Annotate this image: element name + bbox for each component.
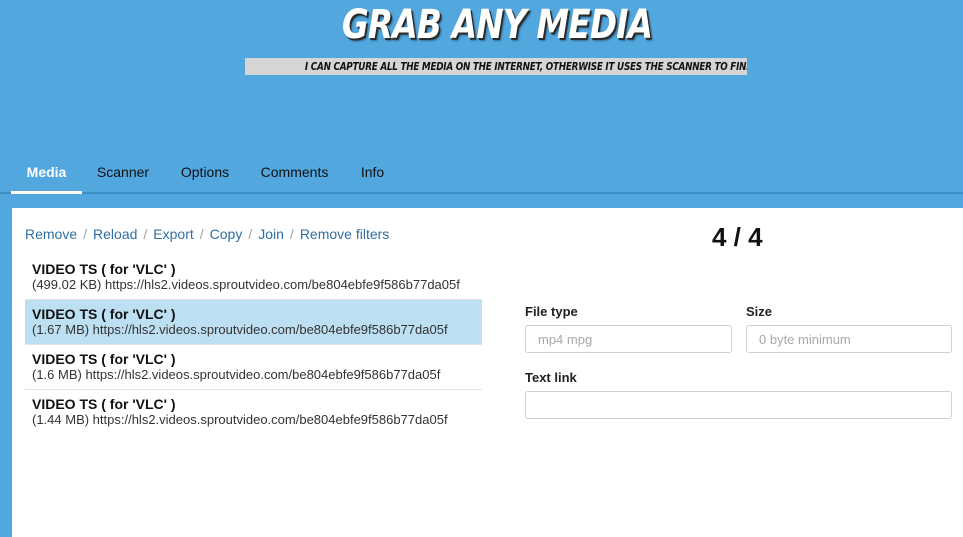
size-label: Size	[746, 304, 773, 319]
export-link[interactable]: Export	[153, 226, 193, 242]
separator: /	[83, 226, 88, 242]
list-item[interactable]: VIDEO TS ( for 'VLC' ) (499.02 KB) https…	[25, 255, 482, 300]
size-input[interactable]	[746, 325, 952, 353]
file-type-label: File type	[525, 304, 578, 319]
tab-options[interactable]: Options	[170, 152, 240, 192]
list-item[interactable]: VIDEO TS ( for 'VLC' ) (1.44 MB) https:/…	[25, 390, 482, 435]
media-counter: 4 / 4	[712, 222, 763, 252]
media-meta: (1.44 MB) https://hls2.videos.sproutvide…	[32, 412, 448, 427]
remove-filters-link[interactable]: Remove filters	[300, 226, 389, 242]
text-link-label: Text link	[525, 370, 577, 385]
app-subtitle-text: I can capture all the media on the inter…	[304, 60, 747, 73]
media-name: VIDEO TS ( for 'VLC' )	[32, 396, 176, 412]
tab-info[interactable]: Info	[350, 152, 395, 192]
separator: /	[199, 226, 204, 242]
list-item[interactable]: VIDEO TS ( for 'VLC' ) (1.6 MB) https://…	[25, 345, 482, 390]
media-meta: (1.67 MB) https://hls2.videos.sproutvide…	[32, 322, 448, 337]
action-bar: Remove / Reload / Export / Copy / Join / Remove fi…	[25, 226, 389, 242]
join-link[interactable]: Join	[258, 226, 284, 242]
media-meta: (1.6 MB) https://hls2.videos.sproutvideo…	[32, 367, 441, 382]
media-name: VIDEO TS ( for 'VLC' )	[32, 351, 176, 367]
tab-bar: Media Scanner Options Comments Info	[0, 152, 963, 194]
media-list: VIDEO TS ( for 'VLC' ) (499.02 KB) https…	[25, 255, 482, 435]
app-subtitle: I can capture all the media on the inter…	[245, 58, 747, 75]
app-title: Grab any Media	[341, 2, 653, 48]
app-header: Grab any Media I can capture all the med…	[0, 0, 963, 150]
remove-link[interactable]: Remove	[25, 226, 77, 242]
separator: /	[248, 226, 253, 242]
text-link-input[interactable]	[525, 391, 952, 419]
copy-link[interactable]: Copy	[210, 226, 243, 242]
media-meta: (499.02 KB) https://hls2.videos.sproutvi…	[32, 277, 460, 292]
media-name: VIDEO TS ( for 'VLC' )	[32, 261, 176, 277]
media-panel: Remove / Reload / Export / Copy / Join / Remove fi…	[12, 208, 963, 537]
tab-scanner[interactable]: Scanner	[88, 152, 158, 192]
file-type-input[interactable]	[525, 325, 732, 353]
reload-link[interactable]: Reload	[93, 226, 137, 242]
list-item[interactable]: VIDEO TS ( for 'VLC' ) (1.67 MB) https:/…	[25, 300, 482, 345]
tab-comments[interactable]: Comments	[252, 152, 337, 192]
tab-media[interactable]: Media	[11, 152, 82, 194]
separator: /	[289, 226, 294, 242]
separator: /	[143, 226, 148, 242]
media-name: VIDEO TS ( for 'VLC' )	[32, 306, 176, 322]
